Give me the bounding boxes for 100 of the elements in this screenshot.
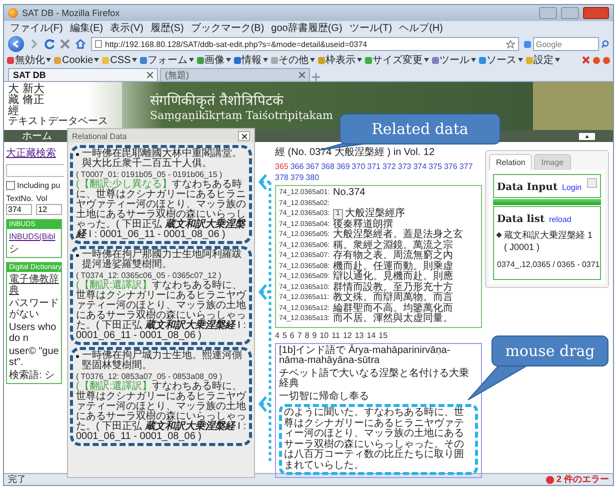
page-link[interactable]: 372 — [382, 162, 396, 171]
home-icon[interactable] — [75, 39, 86, 49]
page-link[interactable]: 15 — [378, 330, 388, 340]
close-icon[interactable] — [147, 72, 153, 78]
page-link[interactable]: 380 — [306, 173, 320, 182]
line-text: 綸群聖而不高。均鑒萬化而 — [333, 304, 453, 314]
panel-tab[interactable]: Relation — [489, 154, 532, 170]
line-text: No.374 — [333, 188, 366, 198]
page-link[interactable]: 366 — [290, 162, 304, 171]
dictionary-link[interactable]: 電子佛教辞典 — [9, 274, 59, 296]
checkbox[interactable] — [6, 181, 15, 190]
toolbar-item[interactable]: ソース — [486, 53, 517, 67]
page-link[interactable]: 9 — [312, 330, 317, 340]
source-reference: ( T0374_12: 0365c06_05 - 0365c07_12 ) — [76, 271, 222, 280]
page-link[interactable]: 12 — [342, 330, 352, 340]
search-field[interactable]: Google — [533, 37, 599, 51]
caret-icon — [356, 58, 362, 62]
page-link[interactable]: 376 — [444, 162, 458, 171]
line-text: 稱。衆經之淵鏡。萬流之宗 — [333, 240, 453, 250]
star-icon[interactable] — [506, 40, 515, 48]
bullet-icon — [76, 153, 79, 156]
page-link[interactable]: 8 — [304, 330, 310, 340]
page-link[interactable]: 369 — [336, 162, 350, 171]
close-icon[interactable] — [299, 72, 305, 78]
toolbar-item[interactable]: その他 — [278, 53, 309, 67]
toolbar-item[interactable]: 情報 — [242, 53, 262, 67]
line-text: 大般涅槃經序 — [344, 209, 405, 219]
close-icon[interactable] — [582, 56, 590, 64]
toolbar-item[interactable]: 設定 — [534, 53, 554, 67]
page-link[interactable]: 370 — [352, 162, 366, 171]
close-button[interactable] — [238, 131, 250, 141]
collapse-button[interactable] — [579, 132, 595, 140]
page-link[interactable]: 375 — [428, 162, 442, 171]
nav-link[interactable]: ホーム — [22, 129, 52, 143]
page-link[interactable]: 377 — [459, 162, 473, 171]
search-field[interactable] — [6, 164, 64, 177]
line-text: 群情而設教。至乃形充十方 — [333, 282, 453, 292]
address-bar[interactable]: http://192.168.80.128/SAT/ddb-sat-edit.php?s=&mode=detail&useid=0374 — [91, 37, 519, 51]
page-link[interactable]: 371 — [367, 162, 381, 171]
toolbar-item[interactable]: CSS — [110, 54, 131, 66]
banner-title: संगणिकीकृतं तैशोत्रिपिटकं — [150, 92, 284, 109]
toolbar-item[interactable]: 無効化 — [15, 53, 45, 67]
toolbar-icon — [140, 56, 147, 64]
page-link[interactable]: 11 — [332, 330, 340, 340]
page-link[interactable]: 374 — [413, 162, 427, 171]
page-link[interactable]: 368 — [321, 162, 334, 171]
page-link[interactable]: 367 — [306, 162, 320, 171]
page-link[interactable]: 5 — [282, 330, 287, 340]
back-button[interactable] — [8, 36, 24, 52]
search-engine-icon[interactable] — [524, 40, 531, 48]
menu-item[interactable]: ヘルプ(H) — [399, 21, 443, 35]
page-link[interactable]: 4 — [275, 330, 280, 340]
page-link[interactable]: 379 — [290, 173, 304, 182]
reload-link[interactable]: reload — [549, 215, 572, 224]
browser-tab[interactable]: SAT DB — [8, 68, 158, 81]
error-icon[interactable] — [546, 476, 554, 484]
search-link[interactable]: 大正藏検索 — [6, 146, 62, 160]
source-reference: ( T0007_01: 0191b05_05 - 0191b06_15 ) — [76, 170, 224, 179]
menu-item[interactable]: 編集(E) — [70, 21, 104, 35]
error-count[interactable]: 2 件のエラー — [556, 473, 609, 486]
caret-icon — [94, 58, 100, 62]
browser-tab[interactable]: (無題) — [160, 68, 310, 81]
page-link[interactable]: 10 — [320, 330, 329, 340]
forward-icon[interactable] — [29, 39, 39, 49]
login-link[interactable]: Login — [562, 183, 582, 192]
box-text: パスワードがない — [9, 298, 59, 320]
page-link[interactable]: 365 — [275, 162, 288, 171]
toolbar-item[interactable]: サイズ変更 — [372, 53, 423, 67]
toolbar-item[interactable]: フォーム — [148, 53, 188, 67]
checkbox-label: Including pu — [17, 181, 60, 190]
page-link[interactable]: 373 — [398, 162, 412, 171]
menu-item[interactable]: goo辞書履歴(G) — [271, 21, 342, 35]
menu-item[interactable]: 表示(V) — [110, 21, 144, 35]
inbuds-link[interactable]: INBUDS(Bibl — [9, 231, 59, 242]
toolbar-item[interactable]: ツール — [440, 53, 470, 67]
input-field[interactable]: 12 — [36, 204, 62, 215]
page-link[interactable]: 378 — [275, 173, 288, 182]
box-heading: Data list — [497, 214, 545, 225]
menu-item[interactable]: 履歴(S) — [150, 21, 184, 35]
menu-item[interactable]: ツール(T) — [349, 21, 392, 35]
caret-icon — [132, 58, 137, 62]
page-link[interactable]: 13 — [354, 330, 364, 340]
toolbar-item[interactable]: 画像 — [204, 53, 225, 67]
page-link[interactable]: 7 — [297, 330, 302, 340]
list-item[interactable]: 蔵文和訳大乗涅槃経 1 ( J0001 ) — [504, 229, 597, 252]
search-icon[interactable] — [601, 40, 609, 48]
source-reference: ( T0376_12: 0853a07_05 - 0853a08_09 ) — [76, 372, 224, 381]
input-field[interactable]: 374 — [6, 204, 32, 215]
stop-icon[interactable] — [60, 39, 70, 49]
menu-item[interactable]: ファイル(F) — [10, 21, 63, 35]
toolbar-item[interactable]: Cookie — [62, 54, 94, 66]
caret-icon — [518, 58, 523, 62]
window-title: SAT DB - Mozilla Firefox — [22, 8, 121, 18]
new-tab-icon[interactable] — [312, 73, 320, 81]
menu-item[interactable]: ブックマーク(B) — [190, 21, 264, 35]
page-link[interactable]: 14 — [366, 330, 376, 340]
caret-icon — [310, 58, 315, 62]
page-link[interactable]: 6 — [290, 330, 294, 340]
toolbar-item[interactable]: 枠表示 — [326, 53, 356, 67]
reload-icon[interactable] — [44, 38, 55, 50]
